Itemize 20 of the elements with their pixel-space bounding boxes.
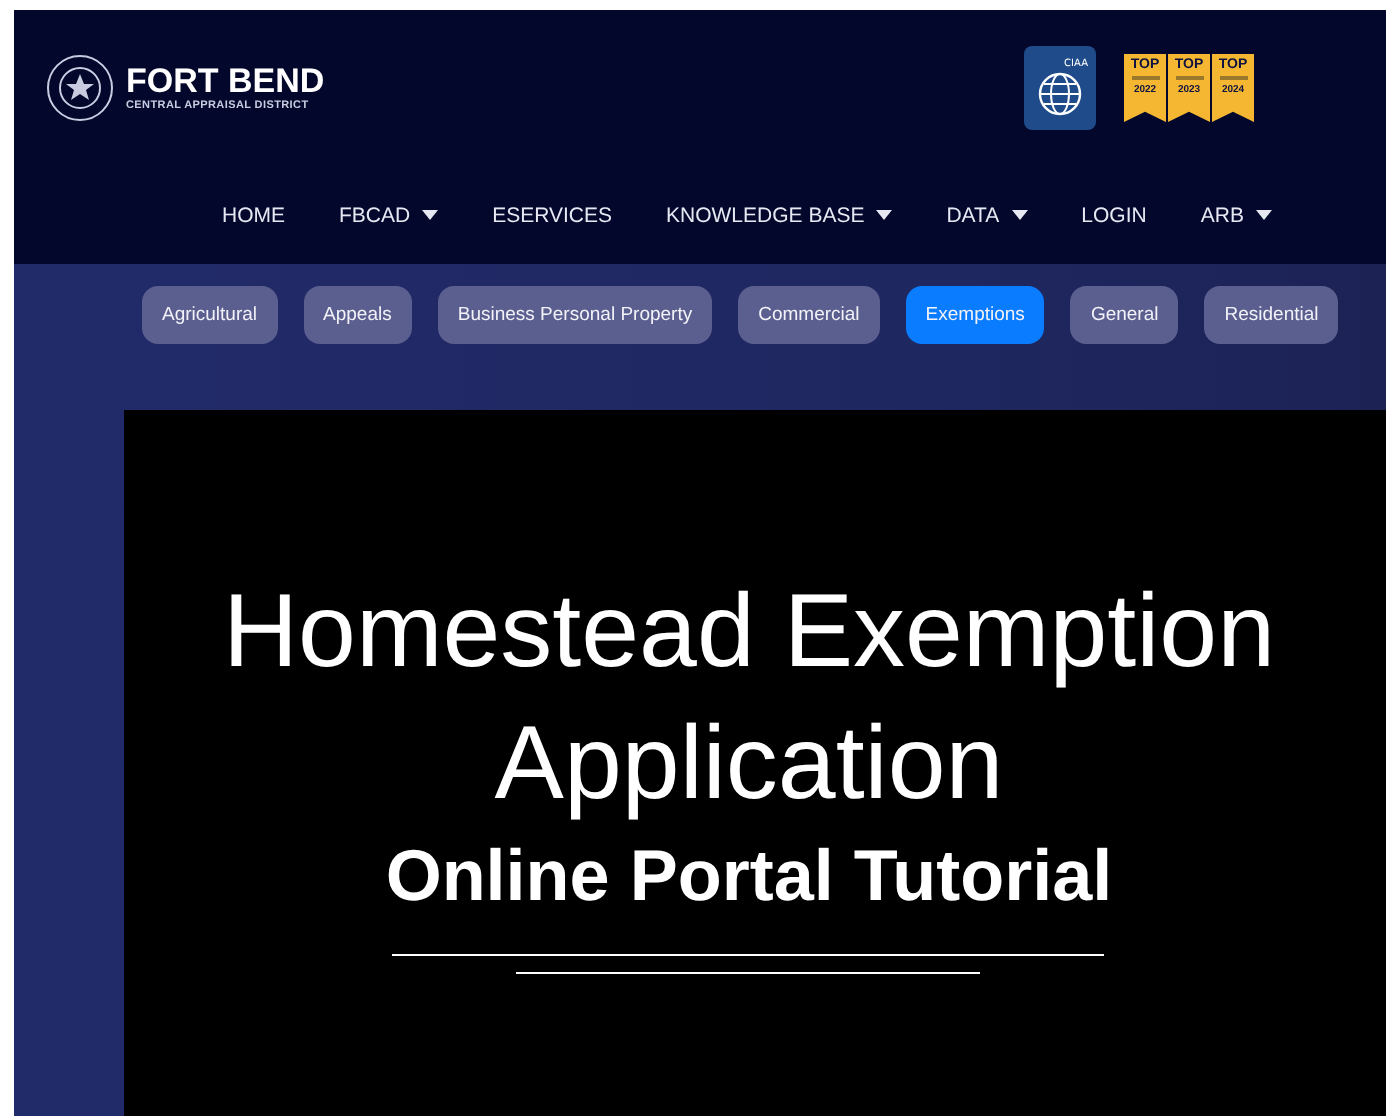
category-button[interactable]: Business Personal Property: [437, 286, 713, 344]
seal-icon[interactable]: [46, 54, 114, 122]
site-title[interactable]: FORT BEND: [126, 64, 325, 100]
category-button[interactable]: Appeals: [303, 286, 412, 344]
video-subtitle: Online Portal Tutorial: [385, 832, 1113, 920]
nav-link[interactable]: HOME: [222, 203, 285, 227]
video-title: Homestead Exemption: [222, 572, 1276, 694]
nav-link[interactable]: DATA: [946, 203, 1028, 227]
nav-link[interactable]: LOGIN: [1081, 203, 1147, 227]
video-title: Application: [494, 704, 1004, 826]
video-frame[interactable]: Homestead Exemption Application Online Portal Tutorial: [124, 410, 1386, 1116]
nav-link[interactable]: KNOWLEDGE BASE: [666, 203, 893, 227]
nav-link[interactable]: ARB: [1200, 203, 1272, 227]
category-button[interactable]: Residential: [1204, 286, 1339, 344]
category-button[interactable]: Agricultural: [142, 286, 278, 344]
nav-link[interactable]: ESERVICES: [492, 203, 613, 227]
category-button[interactable]: General: [1070, 286, 1179, 344]
nav-link[interactable]: FBCAD: [339, 203, 439, 227]
category-button[interactable]: Commercial: [738, 286, 880, 344]
category-button[interactable]: Exemptions: [905, 286, 1045, 344]
